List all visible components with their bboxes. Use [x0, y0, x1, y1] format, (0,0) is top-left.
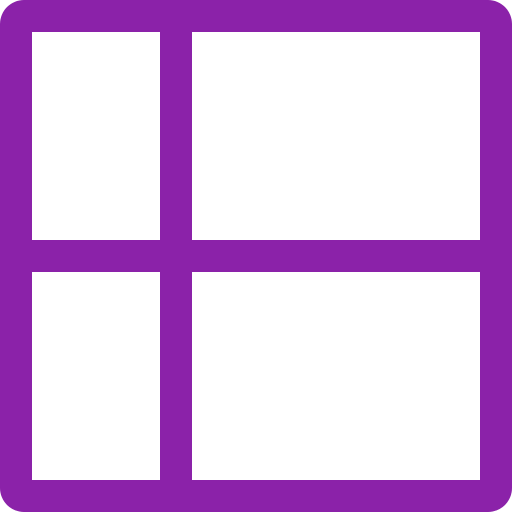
grid-layout-icon — [0, 0, 512, 512]
panel-top-right — [192, 32, 480, 240]
panel-bottom-right — [192, 272, 480, 480]
panel-bottom-left — [32, 272, 160, 480]
icon-canvas — [0, 0, 512, 512]
panel-top-left — [32, 32, 160, 240]
